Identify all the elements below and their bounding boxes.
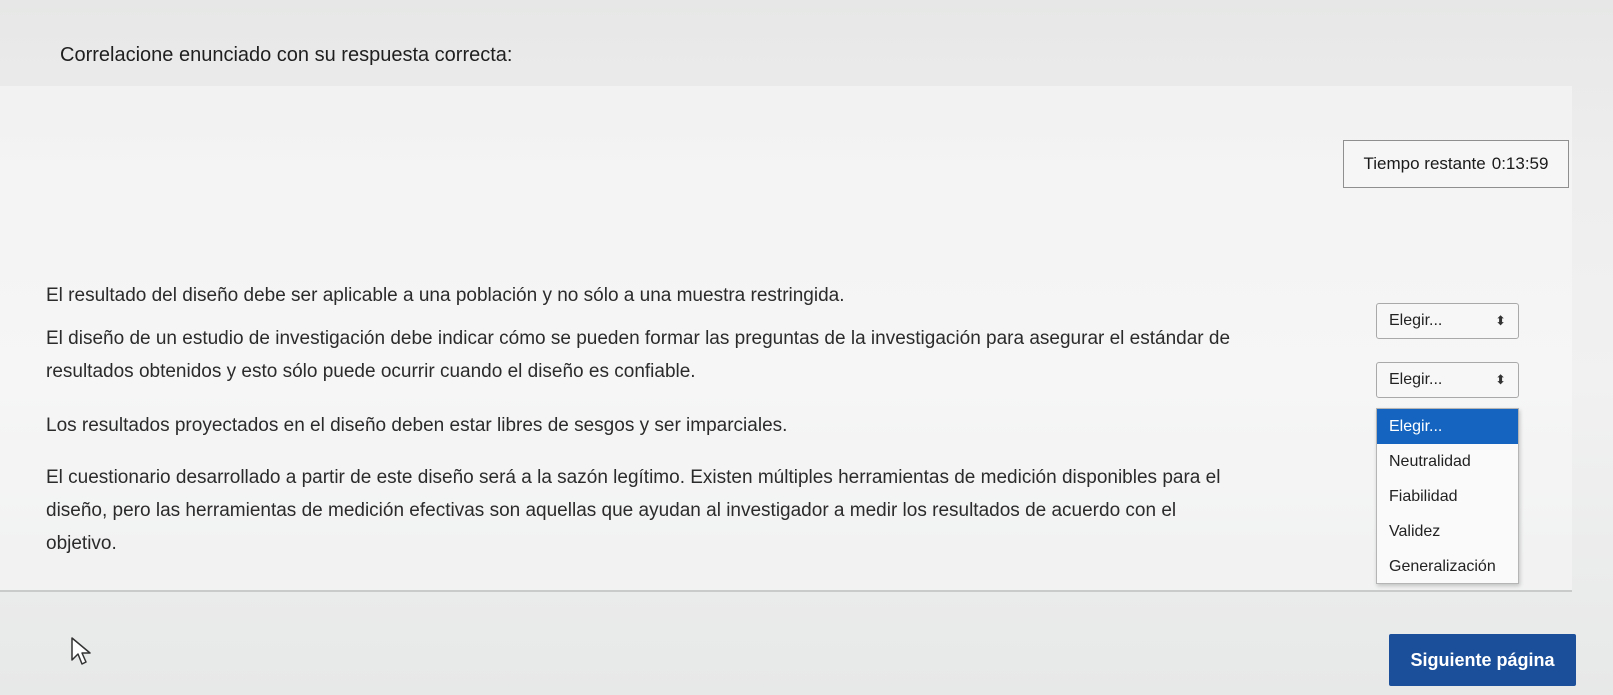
- chevron-updown-icon: ⬍: [1495, 313, 1506, 328]
- question-instruction: Correlacione enunciado con su respuesta …: [60, 44, 513, 66]
- statement-3: Los resultados proyectados en el diseño …: [46, 409, 787, 442]
- select-value: Elegir...: [1389, 312, 1443, 329]
- select-value: Elegir...: [1389, 371, 1443, 388]
- statement-line: El cuestionario desarrollado a partir de…: [46, 467, 1221, 488]
- chevron-updown-icon: ⬍: [1495, 372, 1506, 387]
- answer-select-2[interactable]: Elegir... ⬍: [1376, 362, 1519, 398]
- statement-line: resultados obtenidos y esto sólo puede o…: [46, 361, 696, 382]
- statement-line: El resultado del diseño debe ser aplicab…: [46, 285, 845, 306]
- statement-4: El cuestionario desarrollado a partir de…: [46, 461, 1220, 560]
- statement-1: El resultado del diseño debe ser aplicab…: [46, 279, 845, 312]
- dropdown-option-validez[interactable]: Validez: [1377, 514, 1518, 549]
- statement-line: El diseño de un estudio de investigación…: [46, 328, 1231, 349]
- answer-dropdown-open[interactable]: Elegir... Neutralidad Fiabilidad Validez…: [1376, 408, 1519, 584]
- answer-select-1[interactable]: Elegir... ⬍: [1376, 303, 1519, 339]
- mouse-cursor-icon: [71, 637, 91, 665]
- timer-value: 0:13:59: [1491, 154, 1549, 173]
- dropdown-option-generalizacion[interactable]: Generalización: [1377, 549, 1518, 584]
- timer-label: Tiempo restante: [1363, 154, 1486, 173]
- statement-line: objetivo.: [46, 533, 117, 554]
- statement-line: Los resultados proyectados en el diseño …: [46, 415, 788, 436]
- statement-line: diseño, pero las herramientas de medició…: [46, 500, 1177, 521]
- statement-2: El diseño de un estudio de investigación…: [46, 322, 1230, 388]
- dropdown-option-fiabilidad[interactable]: Fiabilidad: [1377, 479, 1518, 514]
- dropdown-option-elegir[interactable]: Elegir...: [1377, 409, 1518, 444]
- timer-box: Tiempo restante 0:13:59: [1343, 140, 1569, 188]
- next-page-button[interactable]: Siguiente página: [1389, 634, 1576, 686]
- dropdown-option-neutralidad[interactable]: Neutralidad: [1377, 444, 1518, 479]
